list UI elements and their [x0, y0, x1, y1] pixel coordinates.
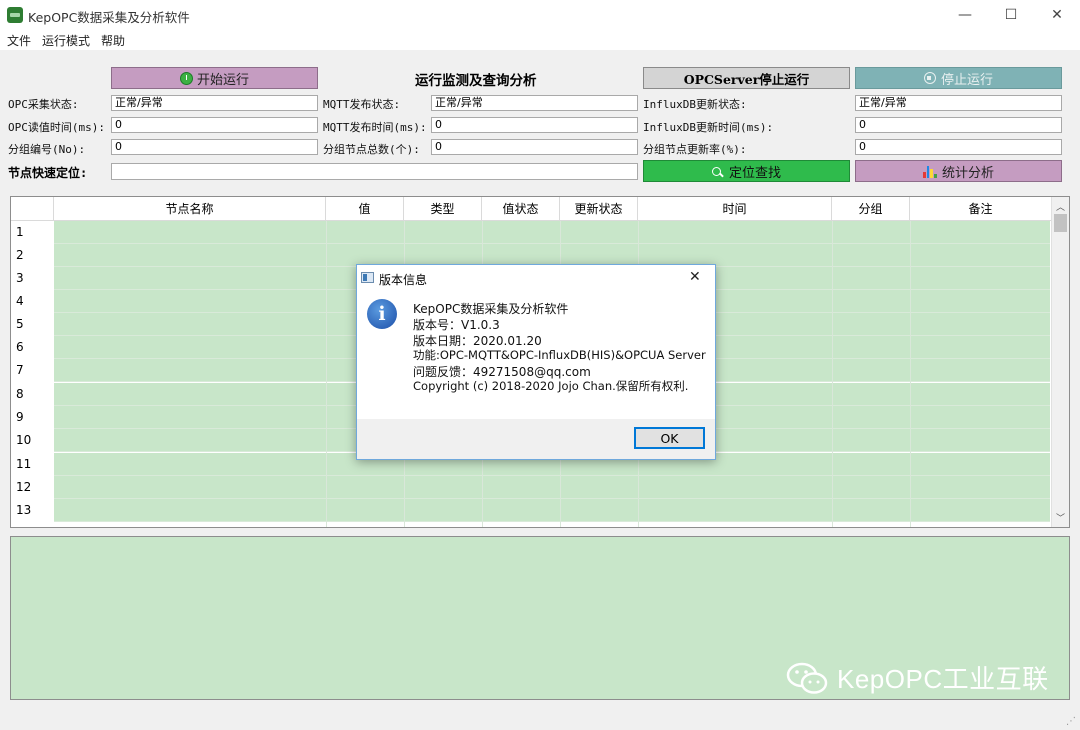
column-divider — [832, 221, 833, 527]
col-header-value-status[interactable]: 值状态 — [482, 197, 560, 221]
power-icon — [179, 71, 193, 85]
app-logo-icon — [7, 7, 23, 23]
quick-locate-label: 节点快速定位: — [8, 166, 88, 180]
opc-state-field[interactable]: 正常/异常 — [111, 95, 318, 111]
dialog-line-version: 版本号：V1.0.3 — [413, 318, 500, 332]
table-row[interactable] — [54, 476, 1050, 499]
col-header-type[interactable]: 类型 — [404, 197, 482, 221]
col-header-value[interactable]: 值 — [326, 197, 404, 221]
watermark: KepOPC工业互联 — [785, 659, 1049, 696]
row-number: 9 — [11, 406, 54, 429]
row-number: 13 — [11, 499, 54, 522]
row-number: 11 — [11, 453, 54, 476]
scroll-thumb[interactable] — [1054, 214, 1067, 232]
column-divider — [910, 221, 911, 527]
col-header-node-name[interactable]: 节点名称 — [54, 197, 326, 221]
title-bar: KepOPC数据采集及分析软件 — ☐ ✕ — [0, 0, 1080, 30]
watermark-text: KepOPC工业互联 — [837, 664, 1049, 694]
table-row[interactable] — [54, 221, 1050, 244]
row-number: 7 — [11, 359, 54, 382]
stats-analysis-label: 统计分析 — [941, 165, 994, 181]
scroll-down-icon[interactable]: ﹀ — [1056, 511, 1065, 524]
row-number: 10 — [11, 429, 54, 452]
dialog-close-button[interactable]: ✕ — [689, 269, 701, 285]
search-icon — [711, 166, 724, 177]
table-corner-header — [11, 197, 54, 221]
mqtt-pub-time-field[interactable]: 0 — [431, 117, 638, 133]
start-run-label: 开始运行 — [196, 72, 249, 88]
window-title: KepOPC数据采集及分析软件 — [28, 10, 190, 25]
stop-run-button[interactable]: 停止运行 — [855, 67, 1062, 89]
mqtt-pub-time-label: MQTT发布时间(ms): — [323, 121, 427, 134]
menu-bar: 文件 运行模式 帮助 — [0, 30, 1080, 50]
dialog-line-copyright: Copyright (c) 2018-2020 Jojo Chan.保留所有权利… — [413, 379, 689, 393]
start-run-button[interactable]: 开始运行 — [111, 67, 318, 89]
dialog-window-icon — [361, 272, 374, 283]
row-number: 8 — [11, 383, 54, 406]
col-header-group[interactable]: 分组 — [832, 197, 910, 221]
version-dialog: 版本信息 ✕ i KepOPC数据采集及分析软件 版本号：V1.0.3 版本日期… — [356, 264, 716, 460]
influx-update-time-field[interactable]: 0 — [855, 117, 1062, 133]
stop-run-label: 停止运行 — [940, 72, 993, 88]
menu-file[interactable]: 文件 — [7, 32, 31, 49]
row-number: 5 — [11, 313, 54, 336]
quick-locate-input[interactable] — [111, 163, 638, 180]
mqtt-state-field[interactable]: 正常/异常 — [431, 95, 638, 111]
bar-chart-icon — [922, 165, 937, 178]
col-header-remark[interactable]: 备注 — [910, 197, 1052, 221]
dialog-title-bar: 版本信息 ✕ — [357, 265, 715, 291]
row-number: 2 — [11, 244, 54, 267]
table-row[interactable] — [54, 499, 1050, 522]
row-number: 3 — [11, 267, 54, 290]
group-node-total-label: 分组节点总数(个): — [323, 143, 420, 156]
wechat-icon — [785, 660, 829, 696]
dialog-title: 版本信息 — [379, 273, 428, 287]
opc-read-time-field[interactable]: 0 — [111, 117, 318, 133]
minimize-button[interactable]: — — [942, 0, 988, 30]
row-number: 1 — [11, 221, 54, 244]
stop-icon — [923, 72, 936, 84]
table-vertical-scrollbar[interactable]: ︿ ﹀ — [1051, 197, 1069, 527]
maximize-button[interactable]: ☐ — [988, 0, 1034, 30]
resize-grip-icon[interactable]: ⋰ — [1066, 716, 1076, 727]
group-no-label: 分组编号(No): — [8, 143, 86, 156]
column-divider — [326, 221, 327, 527]
opc-state-label: OPC采集状态: — [8, 98, 79, 111]
info-icon: i — [367, 299, 397, 329]
menu-run-mode[interactable]: 运行模式 — [42, 32, 90, 49]
monitor-title: 运行监测及查询分析 — [415, 73, 537, 89]
influx-update-time-label: InfluxDB更新时间(ms): — [643, 121, 774, 134]
locate-search-label: 定位查找 — [728, 165, 781, 181]
influx-state-field[interactable]: 正常/异常 — [855, 95, 1062, 111]
dialog-line-app-name: KepOPC数据采集及分析软件 — [413, 302, 569, 316]
row-number: 6 — [11, 336, 54, 359]
ok-button[interactable]: OK — [634, 427, 705, 449]
close-button[interactable]: ✕ — [1034, 0, 1080, 30]
scroll-up-icon[interactable]: ︿ — [1056, 200, 1065, 213]
group-node-total-field[interactable]: 0 — [431, 139, 638, 155]
group-node-rate-field[interactable]: 0 — [855, 139, 1062, 155]
row-number: 12 — [11, 476, 54, 499]
opcserver-stop-button[interactable]: OPCServer停止运行 — [643, 67, 850, 89]
group-no-field[interactable]: 0 — [111, 139, 318, 155]
influx-state-label: InfluxDB更新状态: — [643, 98, 747, 111]
stats-analysis-button[interactable]: 统计分析 — [855, 160, 1062, 182]
mqtt-state-label: MQTT发布状态: — [323, 98, 401, 111]
row-number: 4 — [11, 290, 54, 313]
col-header-update-status[interactable]: 更新状态 — [560, 197, 638, 221]
menu-help[interactable]: 帮助 — [101, 32, 125, 49]
group-node-rate-label: 分组节点更新率(%): — [643, 143, 747, 156]
col-header-time[interactable]: 时间 — [638, 197, 832, 221]
opc-read-time-label: OPC读值时间(ms): — [8, 121, 105, 134]
dialog-line-features: 功能:OPC-MQTT&OPC-InfluxDB(HIS)&OPCUA Serv… — [413, 348, 706, 362]
locate-search-button[interactable]: 定位查找 — [643, 160, 850, 182]
